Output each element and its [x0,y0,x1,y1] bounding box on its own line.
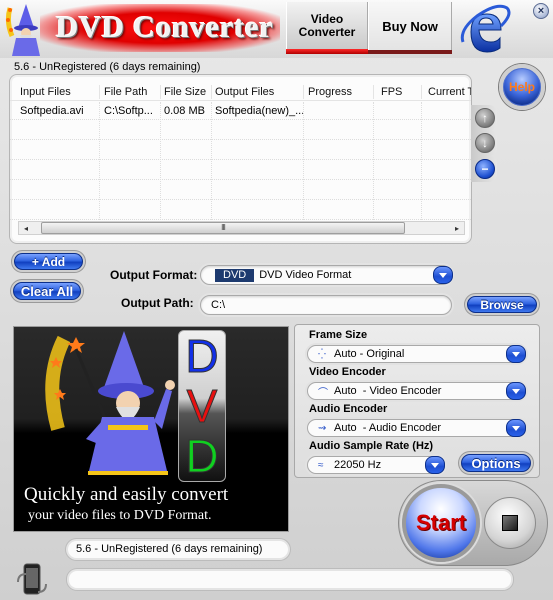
column-header-current-time[interactable]: Current T [426,83,471,100]
promo-subline: your video files to DVD Format. [28,508,212,523]
dvd-letter-v: V [186,380,218,432]
close-button[interactable]: × [533,3,549,19]
arrow-down-icon: ↓ [482,136,488,150]
start-button[interactable]: Start [402,484,480,562]
column-header-fps[interactable]: FPS [379,83,423,100]
chevron-down-icon[interactable] [506,345,526,363]
file-list-header: Input Files File Path File Size Output F… [10,83,471,101]
column-header-file-path[interactable]: File Path [102,83,160,100]
header-bar: DVD Converter Video Converter Buy Now × [0,0,553,58]
tab-indicator-active [286,49,368,54]
scroll-left-arrow-icon[interactable]: ◂ [19,222,33,234]
dvd-letter-d: D [185,430,219,482]
chevron-down-icon[interactable] [506,419,526,437]
column-header-output-files[interactable]: Output Files [213,83,303,100]
empty-row [10,122,471,140]
cell-fps [379,102,423,119]
cell-progress [306,102,372,119]
audio-encoder-icon: ⇝ [318,422,327,434]
file-list[interactable]: Input Files File Path File Size Output F… [9,74,472,244]
tab-label-line1: Video [310,12,344,26]
empty-row [10,142,471,160]
arrow-up-icon: ↑ [482,111,488,125]
horizontal-scrollbar[interactable]: ◂ III ▸ [18,221,465,235]
promo-banner: D V D Quickly and easily convert your vi… [13,326,289,532]
sample-rate-select[interactable]: ≈ 22050 Hz [307,456,445,474]
help-button[interactable]: Help [499,64,545,110]
chevron-down-icon[interactable] [506,382,526,400]
stop-button[interactable] [484,497,536,549]
registration-status-bottom: 5.6 - UnRegistered (6 days remaining) [68,541,288,558]
empty-row [10,162,471,180]
audio-encoder-select[interactable]: ⇝ Auto - Audio Encoder [307,419,526,437]
output-path-input[interactable]: C:\ [200,295,452,315]
browse-button[interactable]: Browse [467,296,537,313]
frame-size-icon: ⁛ [318,348,326,360]
cell-current-time [426,102,471,119]
tab-indicator-inactive [368,50,452,54]
internet-explorer-icon[interactable] [457,2,513,56]
registration-status-top: 5.6 - UnRegistered (6 days remaining) [14,61,201,73]
tab-label-line2: Converter [298,25,356,39]
tab-buy-now[interactable]: Buy Now [368,2,452,50]
close-icon: × [537,4,545,17]
options-button[interactable]: Options [461,454,531,472]
column-header-progress[interactable]: Progress [306,83,372,100]
scroll-right-arrow-icon[interactable]: ▸ [450,222,464,234]
move-down-button[interactable]: ↓ [475,133,495,153]
file-row[interactable]: Softpedia.avi C:\Softp... 0.08 MB Softpe… [10,102,471,120]
empty-row [10,182,471,200]
tab-video-converter[interactable]: Video Converter [286,2,368,50]
chevron-down-icon[interactable] [433,266,453,284]
format-chip: DVD [215,268,255,282]
output-format-label: Output Format: [110,268,198,282]
promo-headline: Quickly and easily convert [24,484,229,505]
start-label: Start [415,510,467,535]
remove-file-button[interactable]: − [475,159,495,179]
frame-size-label: Frame Size [309,329,368,341]
wizard-illustration-icon [45,331,175,475]
video-encoder-label: Video Encoder [309,366,386,378]
output-format-value: DVD Video Format [259,269,352,281]
sample-rate-value: 22050 Hz [334,459,382,471]
sample-rate-label: Audio Sample Rate (Hz) [309,440,434,452]
output-path-value: C:\ [211,299,226,311]
add-button[interactable]: + Add [14,253,83,270]
cell-output-file: Softpedia(new)_... [215,105,303,117]
output-path-label: Output Path: [121,296,194,310]
stop-icon [502,515,518,531]
dvd-letter-d: D [185,330,219,382]
audio-encoder-value: Auto - Audio Encoder [334,422,442,434]
mobile-device-icon[interactable] [14,562,50,600]
video-encoder-select[interactable]: ⌒ Auto - Video Encoder [307,382,526,400]
tab-label: Buy Now [382,18,438,34]
file-list-body: Softpedia.avi C:\Softp... 0.08 MB Softpe… [10,102,471,220]
sample-rate-icon: ≈ [318,459,324,471]
chevron-down-icon[interactable] [425,456,445,474]
frame-size-select[interactable]: ⁛ Auto - Original [307,345,526,363]
app-title: DVD Converter [56,9,274,44]
minus-icon: − [481,162,489,176]
audio-encoder-label: Audio Encoder [309,403,388,415]
output-format-select[interactable]: DVD DVD Video Format [200,265,453,285]
video-encoder-value: Auto - Video Encoder [334,385,442,397]
column-header-input-files[interactable]: Input Files [18,83,98,100]
column-header-file-size[interactable]: File Size [162,83,212,100]
frame-size-value: Auto - Original [334,348,405,360]
dvd-letters-logo: D V D [178,330,226,482]
help-label: Help [508,80,535,94]
conversion-progress-bar [69,571,511,588]
cell-input-file: Softpedia.avi [20,105,84,117]
video-encoder-icon: ⌒ [318,387,328,399]
cell-file-path: C:\Softp... [104,105,153,117]
cell-file-size: 0.08 MB [164,105,205,117]
clear-all-button[interactable]: Clear All [13,282,81,300]
move-up-button[interactable]: ↑ [475,108,495,128]
scrollbar-thumb[interactable]: III [41,222,405,234]
empty-row [10,202,471,220]
